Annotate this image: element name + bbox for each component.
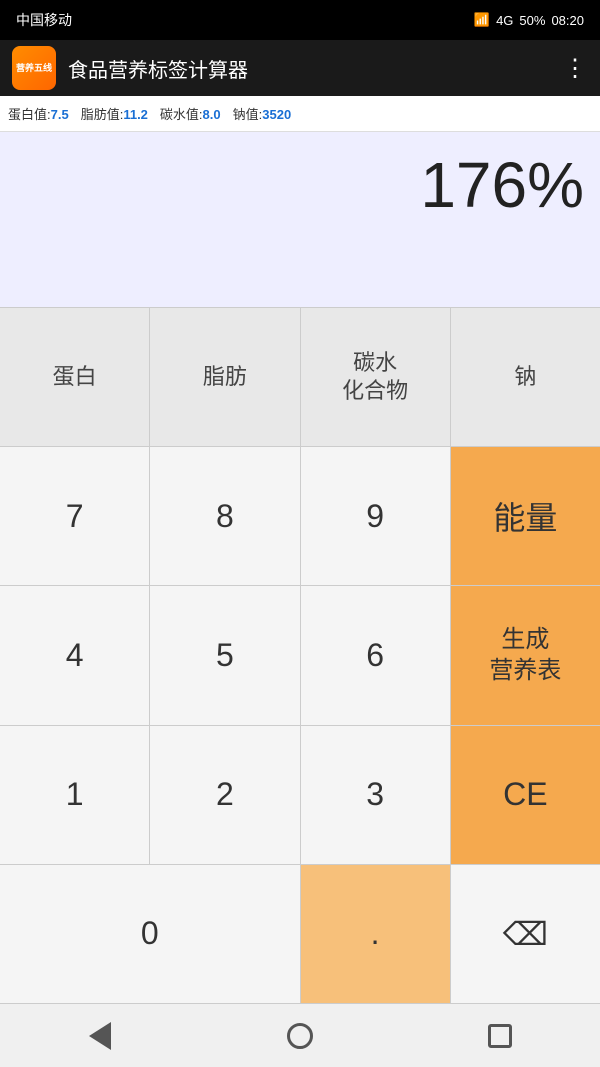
key-8[interactable]: 8 — [150, 447, 299, 585]
key-protein[interactable]: 蛋白 — [0, 308, 149, 446]
recents-icon — [488, 1024, 512, 1048]
fat-item: 脂肪值:11.2 — [81, 104, 148, 123]
key-2[interactable]: 2 — [150, 726, 299, 864]
app-title: 食品营养标签计算器 — [68, 54, 563, 83]
key-5[interactable]: 5 — [150, 586, 299, 724]
back-icon — [89, 1022, 111, 1050]
nav-bar — [0, 1003, 600, 1067]
key-fat[interactable]: 脂肪 — [150, 308, 299, 446]
wifi-icon: 📶 — [474, 12, 490, 28]
keypad: 蛋白 脂肪 碳水化合物 钠 7 8 9 能量 4 5 6 生成营养表 1 2 3… — [0, 307, 600, 1003]
key-0[interactable]: 0 — [0, 865, 300, 1003]
key-energy[interactable]: 能量 — [451, 447, 600, 585]
key-backspace[interactable]: ⌫ — [451, 865, 600, 1003]
nutrition-bar: 蛋白值:7.5 脂肪值:11.2 碳水值:8.0 钠值:3520 — [0, 96, 600, 132]
sodium-item: 钠值:3520 — [233, 104, 292, 123]
title-bar: 营养五线 食品营养标签计算器 ⋮ — [0, 40, 600, 96]
key-generate[interactable]: 生成营养表 — [451, 586, 600, 724]
carb-item: 碳水值:8.0 — [160, 104, 221, 123]
key-9[interactable]: 9 — [301, 447, 450, 585]
status-right: 📶 4G 50% 08:20 — [474, 12, 584, 28]
recents-button[interactable] — [478, 1014, 522, 1058]
app-icon: 营养五线 — [12, 46, 56, 90]
home-button[interactable] — [278, 1014, 322, 1058]
key-sodium[interactable]: 钠 — [451, 308, 600, 446]
key-3[interactable]: 3 — [301, 726, 450, 864]
battery-label: 50% — [519, 13, 545, 28]
key-dot[interactable]: . — [301, 865, 450, 1003]
display-value: 176% — [420, 148, 584, 222]
carrier-label: 中国移动 — [16, 10, 72, 30]
key-7[interactable]: 7 — [0, 447, 149, 585]
key-1[interactable]: 1 — [0, 726, 149, 864]
key-carb[interactable]: 碳水化合物 — [301, 308, 450, 446]
status-bar: 中国移动 📶 4G 50% 08:20 — [0, 0, 600, 40]
key-ce[interactable]: CE — [451, 726, 600, 864]
menu-icon[interactable]: ⋮ — [563, 54, 588, 83]
network-type: 4G — [496, 13, 513, 28]
back-button[interactable] — [78, 1014, 122, 1058]
key-6[interactable]: 6 — [301, 586, 450, 724]
time-label: 08:20 — [551, 13, 584, 28]
home-icon — [287, 1023, 313, 1049]
key-4[interactable]: 4 — [0, 586, 149, 724]
display-area: 176% — [0, 132, 600, 307]
protein-item: 蛋白值:7.5 — [8, 104, 69, 123]
